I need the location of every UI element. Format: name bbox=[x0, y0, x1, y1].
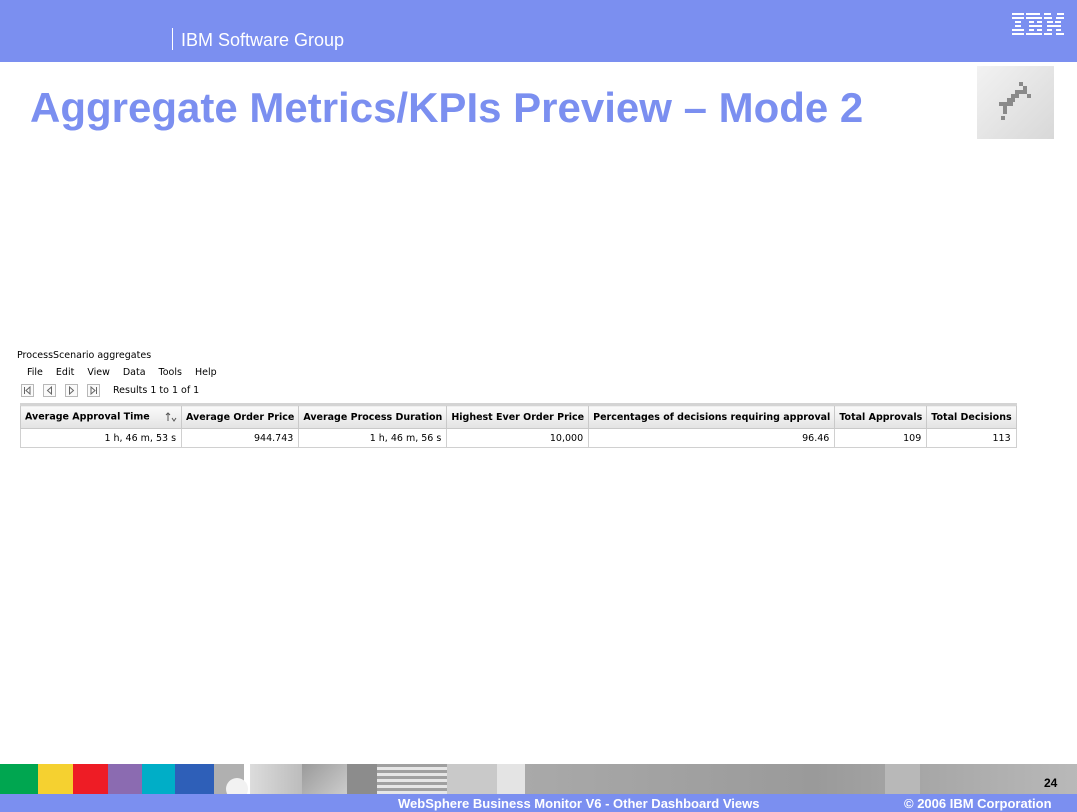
menu-view[interactable]: View bbox=[87, 367, 110, 378]
pager: Results 1 to 1 of 1 bbox=[21, 381, 1075, 399]
menu-tools[interactable]: Tools bbox=[159, 367, 182, 378]
cell-total-approvals: 109 bbox=[834, 428, 928, 448]
header-bar: IBM Software Group bbox=[0, 0, 1077, 62]
panel-title: ProcessScenario aggregates bbox=[17, 350, 152, 361]
course-title: WebSphere Business Monitor V6 - Other Da… bbox=[398, 796, 760, 811]
column-header-percentages-of-decisions[interactable]: Percentages of decisions requiring appro… bbox=[588, 403, 836, 429]
menu-edit[interactable]: Edit bbox=[56, 367, 74, 378]
first-page-icon bbox=[24, 385, 31, 395]
last-page-icon bbox=[90, 385, 97, 395]
slide-title: Aggregate Metrics/KPIs Preview – Mode 2 bbox=[30, 84, 864, 131]
cell-average-approval-time: 1 h, 46 m, 53 s bbox=[19, 428, 183, 448]
column-header-highest-ever-order-price[interactable]: Highest Ever Order Price bbox=[446, 403, 590, 429]
previous-page-button[interactable] bbox=[43, 383, 56, 397]
previous-page-icon bbox=[46, 385, 52, 395]
cell-average-process-duration: 1 h, 46 m, 56 s bbox=[298, 428, 448, 448]
next-page-button[interactable] bbox=[65, 383, 78, 397]
tool-badge bbox=[977, 66, 1054, 139]
wrench-icon bbox=[999, 82, 1031, 120]
sort-ascending-icon[interactable] bbox=[165, 411, 177, 423]
menu-file[interactable]: File bbox=[27, 367, 43, 378]
table-row[interactable]: 1 h, 46 m, 53 s 944.743 1 h, 46 m, 56 s … bbox=[19, 428, 1017, 448]
last-page-button[interactable] bbox=[87, 383, 100, 397]
column-header-average-order-price[interactable]: Average Order Price bbox=[181, 403, 300, 429]
column-header-average-approval-time[interactable]: Average Approval Time bbox=[19, 403, 183, 429]
first-page-button[interactable] bbox=[21, 383, 34, 397]
aggregates-table: Average Approval Time Average Order Pric… bbox=[19, 403, 1017, 448]
aggregates-panel: ProcessScenario aggregates File Edit Vie… bbox=[17, 349, 1075, 448]
cell-total-decisions: 113 bbox=[926, 428, 1017, 448]
header-divider bbox=[172, 28, 173, 50]
copyright: © 2006 IBM Corporation bbox=[904, 796, 1052, 811]
menu-data[interactable]: Data bbox=[123, 367, 146, 378]
cell-highest-ever-order-price: 10,000 bbox=[446, 428, 590, 448]
column-header-total-decisions[interactable]: Total Decisions bbox=[926, 403, 1017, 429]
column-header-average-process-duration[interactable]: Average Process Duration bbox=[298, 403, 448, 429]
cell-percentages-of-decisions: 96.46 bbox=[588, 428, 836, 448]
results-count: Results 1 to 1 of 1 bbox=[113, 384, 200, 396]
menu-help[interactable]: Help bbox=[195, 367, 217, 378]
page-number: 24 bbox=[1044, 776, 1058, 790]
column-header-total-approvals[interactable]: Total Approvals bbox=[834, 403, 928, 429]
cell-average-order-price: 944.743 bbox=[181, 428, 300, 448]
group-label: IBM Software Group bbox=[181, 30, 345, 50]
menu-bar: File Edit View Data Tools Help bbox=[27, 363, 1075, 381]
next-page-icon bbox=[69, 385, 75, 395]
table-header-row: Average Approval Time Average Order Pric… bbox=[19, 403, 1017, 429]
ibm-logo-icon bbox=[1012, 13, 1064, 35]
